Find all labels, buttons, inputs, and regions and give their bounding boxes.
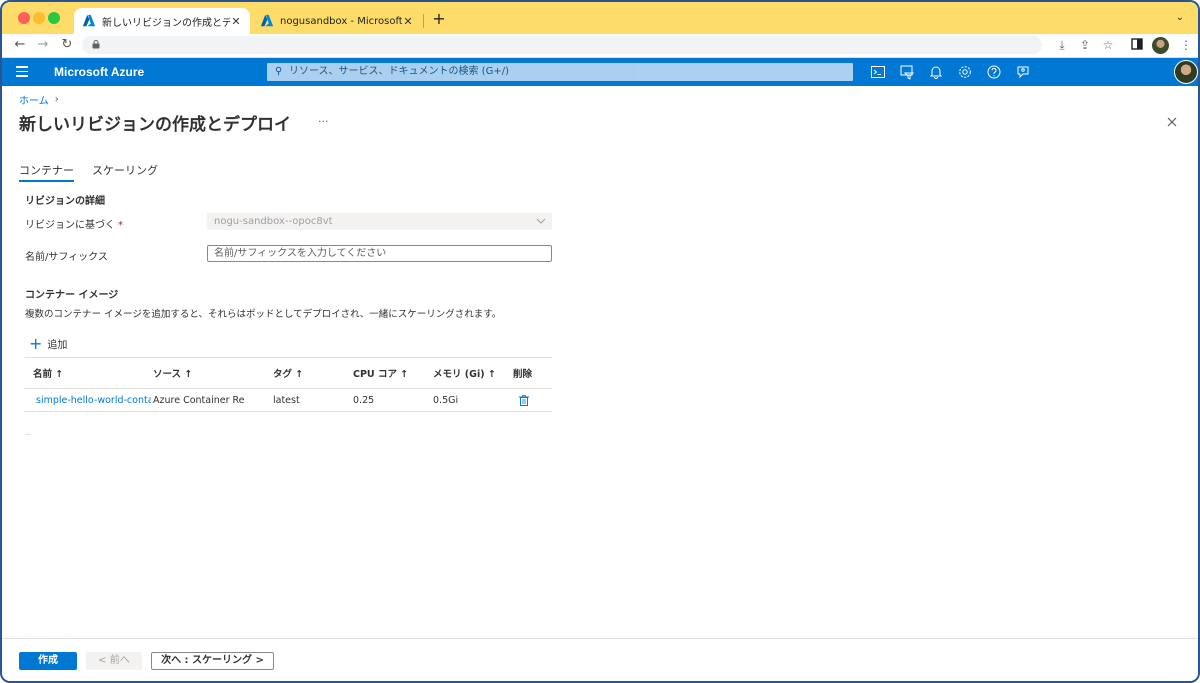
feedback-icon[interactable] bbox=[1015, 64, 1031, 80]
delete-container-button[interactable] bbox=[519, 389, 554, 411]
grid-header-row: 名前 ↑ ソース ↑ タグ ↑ CPU コア ↑ メモリ (Gi) ↑ 削除 bbox=[25, 357, 552, 389]
reload-icon[interactable]: ↻ bbox=[59, 37, 75, 53]
name-suffix-input[interactable] bbox=[207, 245, 552, 262]
search-icon: ⚲ bbox=[275, 66, 283, 77]
add-icon: + bbox=[29, 333, 43, 353]
column-header-cpu[interactable]: CPU コア ↑ bbox=[353, 358, 428, 388]
browser-tab-inactive[interactable]: nogusandbox - Microsoft Azure ✕ bbox=[252, 8, 422, 34]
create-button[interactable]: 作成 bbox=[19, 652, 77, 670]
required-indicator: * bbox=[118, 220, 123, 231]
table-row: simple-hello-world-contai Azure Containe… bbox=[25, 389, 552, 412]
new-tab-button[interactable]: + bbox=[431, 10, 447, 28]
container-source: Azure Container Re... bbox=[153, 394, 245, 406]
account-avatar[interactable] bbox=[1174, 60, 1198, 84]
based-on-revision-value: nogu-sandbox--opoc8vt bbox=[214, 216, 333, 227]
tab-divider bbox=[423, 14, 424, 28]
cloud-shell-icon[interactable] bbox=[870, 64, 886, 80]
tab-close-icon[interactable]: ✕ bbox=[402, 15, 414, 28]
tab-scaling[interactable]: スケーリング bbox=[92, 162, 158, 182]
global-search-box[interactable]: ⚲ リソース、サービス、ドキュメントの検索 (G+/) bbox=[267, 63, 853, 81]
bookmark-star-icon[interactable]: ☆ bbox=[1100, 38, 1116, 54]
content-tabs: コンテナー スケーリング bbox=[19, 162, 176, 182]
side-panel-icon[interactable] bbox=[1129, 38, 1145, 54]
breadcrumb-home-link[interactable]: ホーム bbox=[19, 92, 49, 107]
browser-tab-title: nogusandbox - Microsoft Azure bbox=[280, 15, 402, 27]
page-title: 新しいリビジョンの作成とデプロイ bbox=[19, 115, 291, 135]
lock-icon bbox=[92, 40, 100, 49]
based-on-revision-dropdown[interactable]: nogu-sandbox--opoc8vt bbox=[207, 213, 552, 230]
more-actions-button[interactable]: ··· bbox=[318, 115, 329, 128]
trash-icon bbox=[519, 394, 529, 406]
notifications-icon[interactable] bbox=[928, 64, 944, 80]
container-memory: 0.5Gi bbox=[433, 394, 459, 406]
install-app-icon[interactable]: ⤓ bbox=[1054, 38, 1070, 54]
container-name-link[interactable]: simple-hello-world-contai bbox=[36, 389, 151, 411]
window-zoom-button[interactable] bbox=[48, 12, 60, 24]
next-scaling-button[interactable]: 次へ : スケーリング > bbox=[151, 652, 274, 670]
based-on-revision-label-text: リビジョンに基づく bbox=[25, 220, 115, 231]
column-header-delete: 削除 bbox=[513, 369, 533, 380]
azure-top-bar: Microsoft Azure ⚲ リソース、サービス、ドキュメントの検索 (G… bbox=[2, 58, 1198, 86]
profile-avatar[interactable] bbox=[1152, 37, 1169, 54]
name-suffix-label: 名前/サフィックス bbox=[25, 252, 108, 263]
azure-logo-icon bbox=[82, 14, 96, 27]
tab-close-icon[interactable]: ✕ bbox=[230, 15, 242, 28]
breadcrumb-chevron-icon: › bbox=[54, 94, 59, 105]
browser-window: 新しいリビジョンの作成とデプロイ - Microsoft Azure ✕ nog… bbox=[0, 0, 1200, 683]
chevron-down-icon bbox=[536, 218, 546, 224]
azure-logo-icon bbox=[260, 14, 274, 27]
container-tag: latest bbox=[273, 394, 300, 406]
share-icon[interactable]: ⇪ bbox=[1077, 38, 1093, 54]
close-blade-icon[interactable] bbox=[1165, 115, 1179, 129]
add-container-button[interactable]: + 追加 bbox=[29, 333, 68, 353]
back-arrow-icon[interactable]: ← bbox=[12, 37, 28, 53]
tab-search-chevron-icon[interactable]: ⌄ bbox=[1176, 12, 1184, 23]
portal-menu-icon[interactable] bbox=[16, 66, 28, 77]
container-cpu: 0.25 bbox=[353, 394, 375, 406]
browser-menu-icon[interactable]: ⋮ bbox=[1178, 38, 1194, 54]
column-header-tag[interactable]: タグ ↑ bbox=[273, 358, 343, 388]
previous-button[interactable]: < 前へ bbox=[86, 652, 142, 670]
forward-arrow-icon[interactable]: → bbox=[35, 37, 51, 53]
directory-filter-icon[interactable] bbox=[899, 64, 915, 80]
based-on-revision-label: リビジョンに基づく * bbox=[25, 216, 123, 231]
container-image-heading: コンテナー イメージ bbox=[25, 290, 119, 301]
column-header-source[interactable]: ソース ↑ bbox=[153, 358, 245, 388]
search-placeholder: リソース、サービス、ドキュメントの検索 (G+/) bbox=[289, 66, 509, 77]
address-bar[interactable] bbox=[82, 36, 1042, 54]
browser-tabstrip: 新しいリビジョンの作成とデプロイ - Microsoft Azure ✕ nog… bbox=[2, 2, 1198, 34]
breadcrumb: ホーム › bbox=[19, 92, 59, 107]
browser-tab-active[interactable]: 新しいリビジョンの作成とデプロイ - Microsoft Azure ✕ bbox=[74, 8, 250, 34]
azure-brand[interactable]: Microsoft Azure bbox=[54, 65, 144, 79]
help-icon[interactable] bbox=[986, 64, 1002, 80]
revision-details-heading: リビジョンの詳細 bbox=[25, 196, 105, 207]
container-grid: 名前 ↑ ソース ↑ タグ ↑ CPU コア ↑ メモリ (Gi) ↑ 削除 s… bbox=[25, 357, 552, 412]
column-header-memory[interactable]: メモリ (Gi) ↑ bbox=[433, 358, 513, 388]
grid-trailing-dots: ... bbox=[25, 428, 32, 438]
settings-icon[interactable] bbox=[957, 64, 973, 80]
window-close-button[interactable] bbox=[18, 12, 30, 24]
browser-toolbar: ← → ↻ ⤓ ⇪ ☆ ⋮ bbox=[2, 34, 1198, 58]
column-header-name[interactable]: 名前 ↑ bbox=[33, 358, 148, 388]
container-image-description: 複数のコンテナー イメージを追加すると、それらはポッドとしてデプロイされ、一緒に… bbox=[25, 309, 502, 320]
browser-tab-title: 新しいリビジョンの作成とデプロイ - Microsoft Azure bbox=[102, 17, 230, 29]
add-container-label: 追加 bbox=[47, 340, 68, 351]
tab-container[interactable]: コンテナー bbox=[19, 162, 74, 182]
window-minimize-button[interactable] bbox=[33, 12, 45, 24]
